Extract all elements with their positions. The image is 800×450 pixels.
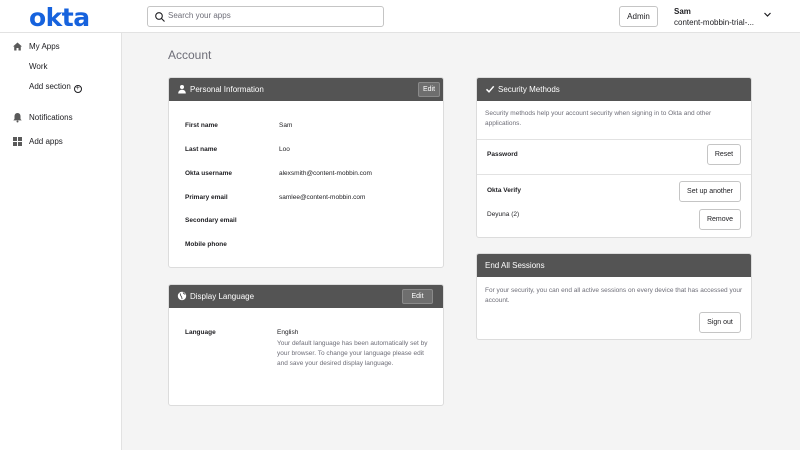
field-label: Okta username — [185, 170, 232, 177]
field-label: Secondary email — [185, 217, 237, 224]
divider — [477, 174, 751, 175]
search-input[interactable]: Search your apps — [147, 6, 384, 27]
card-title: Display Language — [190, 292, 255, 301]
sidebar-item-label: Add section — [29, 81, 71, 91]
admin-button[interactable]: Admin — [619, 6, 658, 27]
globe-icon — [177, 291, 187, 301]
language-description: Your default language has been automatic… — [277, 340, 428, 367]
sidebar-item-label: My Apps — [29, 41, 60, 51]
end-all-sessions-card: End All Sessions For your security, you … — [476, 253, 752, 340]
sidebar-item-work[interactable]: Work — [0, 57, 121, 75]
card-header: Security Methods — [477, 78, 751, 101]
sessions-description: For your security, you can end all activ… — [485, 287, 743, 304]
search-icon — [155, 12, 165, 22]
card-header: Display Language Edit — [169, 285, 443, 308]
sign-out-button[interactable]: Sign out — [699, 312, 741, 333]
sidebar: My Apps Work Add section + Notifications … — [0, 33, 122, 450]
okta-verify-label: Okta Verify — [487, 187, 521, 194]
user-menu[interactable]: Sam content-mobbin-trial-... — [674, 7, 754, 27]
language-value: English — [277, 329, 299, 336]
card-title: Security Methods — [498, 85, 560, 94]
password-label: Password — [487, 151, 518, 158]
bell-icon — [13, 112, 22, 122]
remove-device-button[interactable]: Remove — [699, 209, 741, 230]
field-label: First name — [185, 122, 218, 129]
device-label: Deyuna (2) — [487, 211, 520, 218]
card-header: Personal Information Edit — [169, 78, 443, 101]
search-placeholder: Search your apps — [168, 11, 231, 20]
card-title: End All Sessions — [485, 261, 545, 270]
sidebar-item-label: Work — [29, 61, 48, 71]
home-icon — [13, 42, 22, 50]
field-label: Primary email — [185, 194, 228, 201]
page-title: Account — [168, 48, 212, 62]
okta-logo[interactable]: okta — [29, 3, 90, 32]
card-title: Personal Information — [190, 85, 264, 94]
edit-language-button[interactable]: Edit — [402, 289, 433, 304]
field-value: alexsmith@content-mobbin.com — [279, 170, 372, 177]
sidebar-item-add-section[interactable]: Add section + — [0, 78, 121, 96]
field-value: Sam — [279, 122, 293, 129]
field-label: Language — [185, 329, 216, 336]
sidebar-item-label: Add apps — [29, 136, 63, 146]
sidebar-item-my-apps[interactable]: My Apps — [0, 37, 121, 55]
person-icon — [178, 85, 186, 94]
sidebar-item-label: Notifications — [29, 112, 73, 122]
field-value: Loo — [279, 146, 290, 153]
user-org: content-mobbin-trial-... — [674, 18, 755, 27]
divider — [477, 139, 751, 140]
set-up-another-button[interactable]: Set up another — [679, 181, 741, 202]
field-label: Last name — [185, 146, 218, 153]
security-description: Security methods help your account secur… — [485, 110, 712, 127]
user-name: Sam — [674, 7, 691, 16]
sidebar-item-add-apps[interactable]: Add apps — [0, 132, 121, 150]
display-language-card: Display Language Edit Language English Y… — [168, 284, 444, 406]
personal-information-card: Personal Information Edit First name Sam… — [168, 77, 444, 268]
reset-password-button[interactable]: Reset — [707, 144, 741, 165]
chevron-down-icon[interactable] — [763, 10, 772, 19]
grid-icon — [13, 136, 22, 146]
field-value: samlee@content-mobbin.com — [279, 194, 366, 201]
card-header: End All Sessions — [477, 254, 751, 277]
plus-circle-icon: + — [73, 84, 82, 93]
security-methods-card: Security Methods Security methods help y… — [476, 77, 752, 238]
edit-personal-button[interactable]: Edit — [418, 82, 440, 97]
field-label: Mobile phone — [185, 241, 227, 248]
checkmark-icon — [485, 85, 495, 93]
sidebar-item-notifications[interactable]: Notifications — [0, 108, 121, 126]
top-bar: okta Search your apps Admin Sam content-… — [0, 0, 800, 33]
